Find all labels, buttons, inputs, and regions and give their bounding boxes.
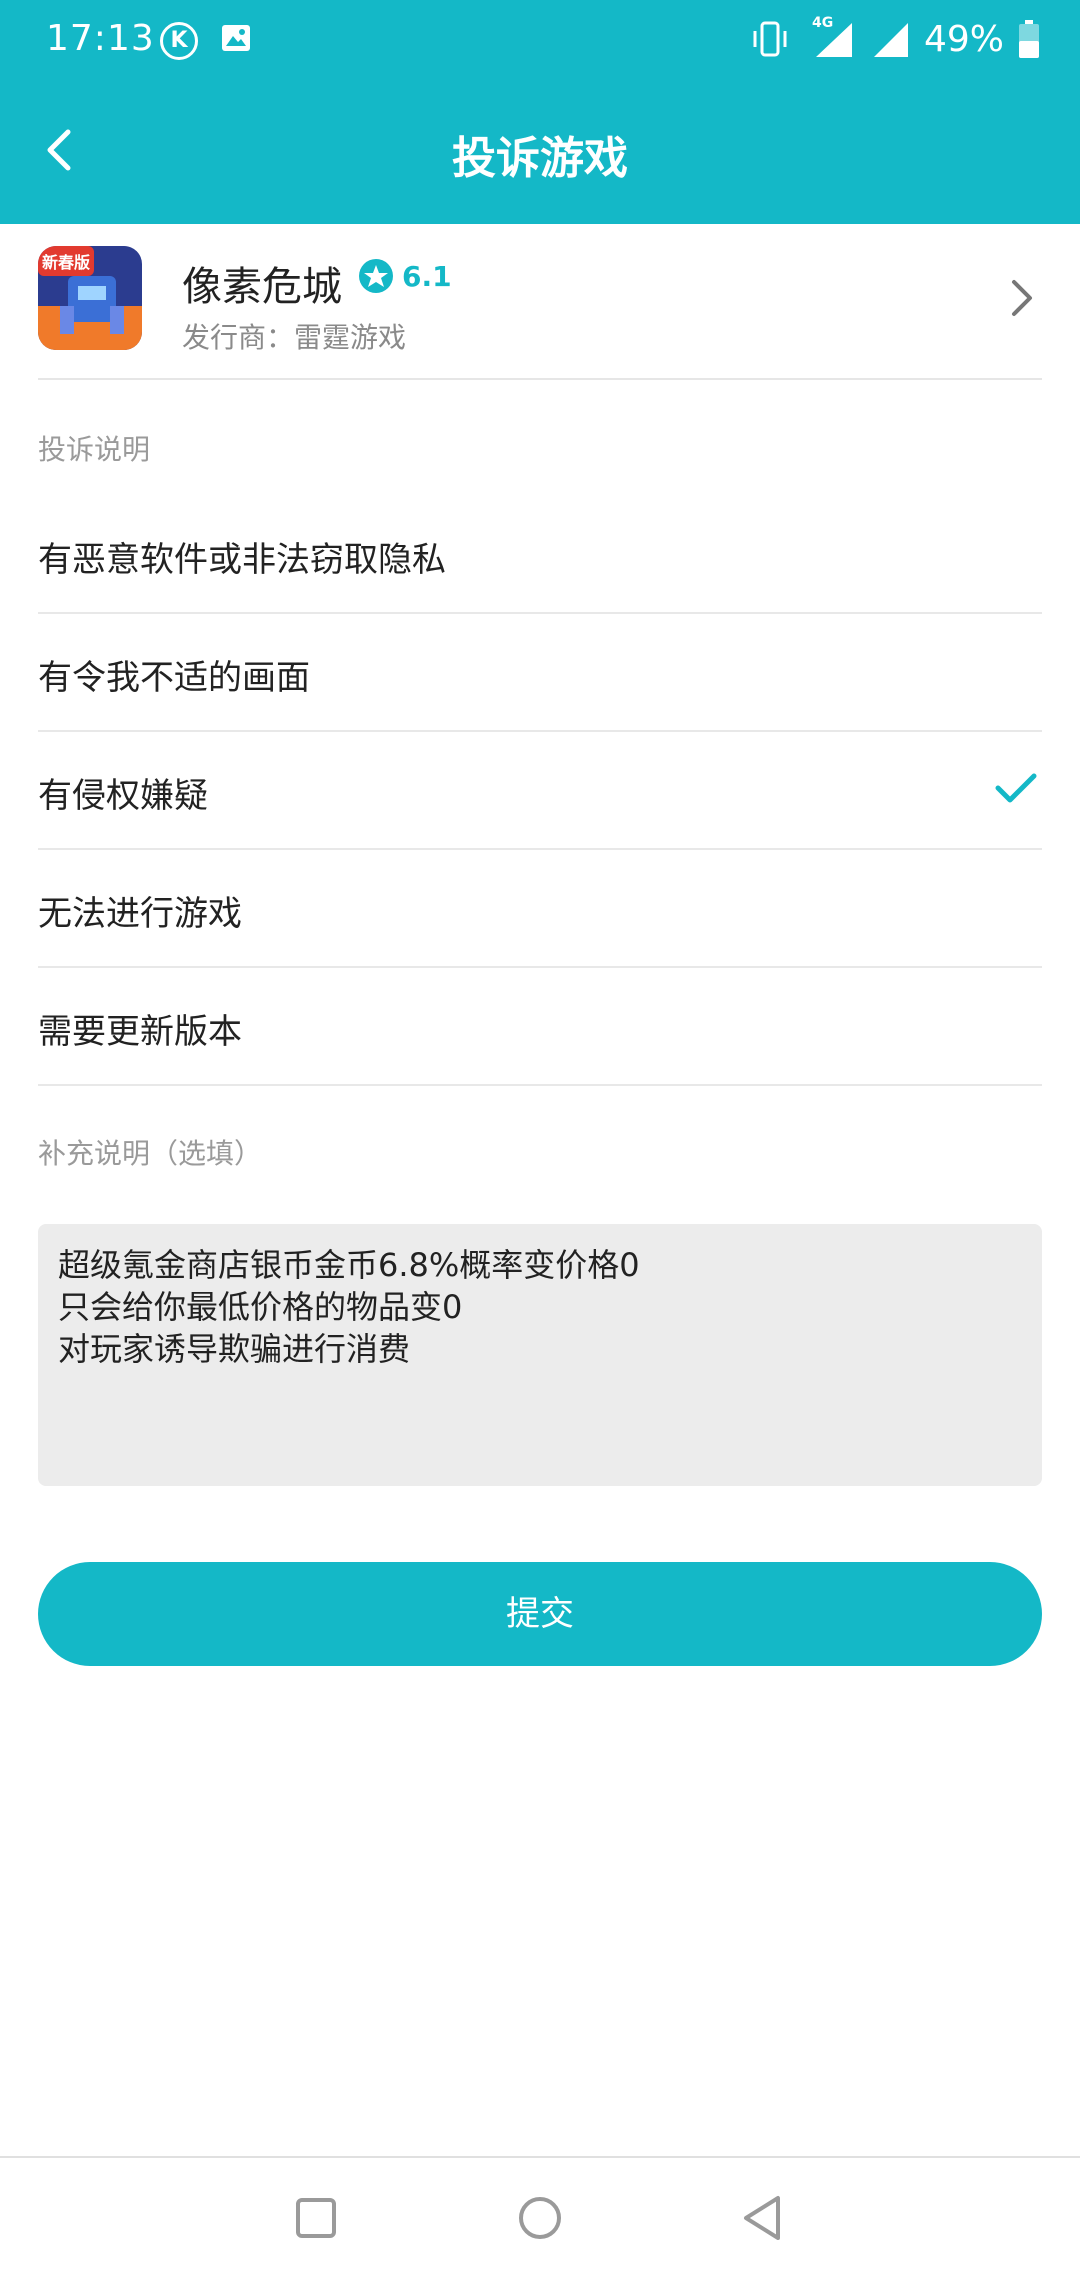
rating-value: 6.1: [402, 259, 452, 293]
status-right-group: 4G 49%: [750, 14, 1040, 64]
battery-percent: 49%: [923, 18, 1004, 60]
supplement-section-label: 补充说明（选填）: [38, 1137, 263, 1170]
supplement-textarea[interactable]: 超级氪金商店银币金币6.8%概率变价格0 只会给你最低价格的物品变0 对玩家诱导…: [38, 1224, 1042, 1486]
option-label: 无法进行游戏: [38, 894, 242, 934]
option-label: 需要更新版本: [38, 1012, 242, 1052]
game-artwork-icon: 新春版: [38, 246, 142, 350]
recent-apps-icon[interactable]: [286, 2188, 346, 2248]
back-nav-icon[interactable]: [734, 2188, 794, 2248]
option-label: 有令我不适的画面: [38, 658, 310, 698]
submit-button[interactable]: 提交: [38, 1562, 1042, 1666]
system-nav-bar: [0, 2156, 1080, 2282]
option-label: 有恶意软件或非法窃取隐私: [38, 540, 446, 580]
complaint-option-disturbing[interactable]: 有令我不适的画面: [38, 614, 1042, 732]
page-title: 投诉游戏: [452, 133, 628, 184]
publisher: 发行商：雷霆游戏: [182, 321, 407, 354]
signal-4g-group: 4G: [804, 15, 856, 59]
status-time: 17:13: [46, 18, 155, 59]
complaint-option-infringement[interactable]: 有侵权嫌疑: [38, 732, 1042, 850]
complaint-option-needs-update[interactable]: 需要更新版本: [38, 968, 1042, 1086]
app-bar: 投诉游戏: [0, 78, 1080, 224]
complaint-option-malware[interactable]: 有恶意软件或非法窃取隐私: [38, 496, 1042, 614]
game-icon: 新春版: [38, 246, 142, 350]
complaint-option-cannot-play[interactable]: 无法进行游戏: [38, 850, 1042, 968]
game-icon-badge-text: 新春版: [42, 253, 90, 272]
rating: 6.1: [358, 258, 452, 294]
game-name: 像素危城: [182, 264, 342, 310]
game-card[interactable]: 新春版 像素危城 6.1 发行商：雷霆游戏: [38, 224, 1042, 380]
option-label: 有侵权嫌疑: [38, 776, 208, 816]
home-icon[interactable]: [510, 2188, 570, 2248]
signal-icon-2: [873, 23, 908, 57]
chevron-right-icon: [1012, 280, 1032, 316]
complaint-section-label: 投诉说明: [38, 433, 151, 466]
vibrate-icon: [753, 21, 787, 57]
star-badge-icon: [359, 259, 393, 293]
check-icon: [995, 773, 1037, 803]
status-bar: 17:13 K 4G 49%: [0, 0, 1080, 78]
signal-icon: [815, 23, 852, 57]
battery-icon: [1019, 20, 1039, 58]
image-notification-icon: [222, 25, 250, 51]
k-app-icon: K: [160, 22, 198, 60]
